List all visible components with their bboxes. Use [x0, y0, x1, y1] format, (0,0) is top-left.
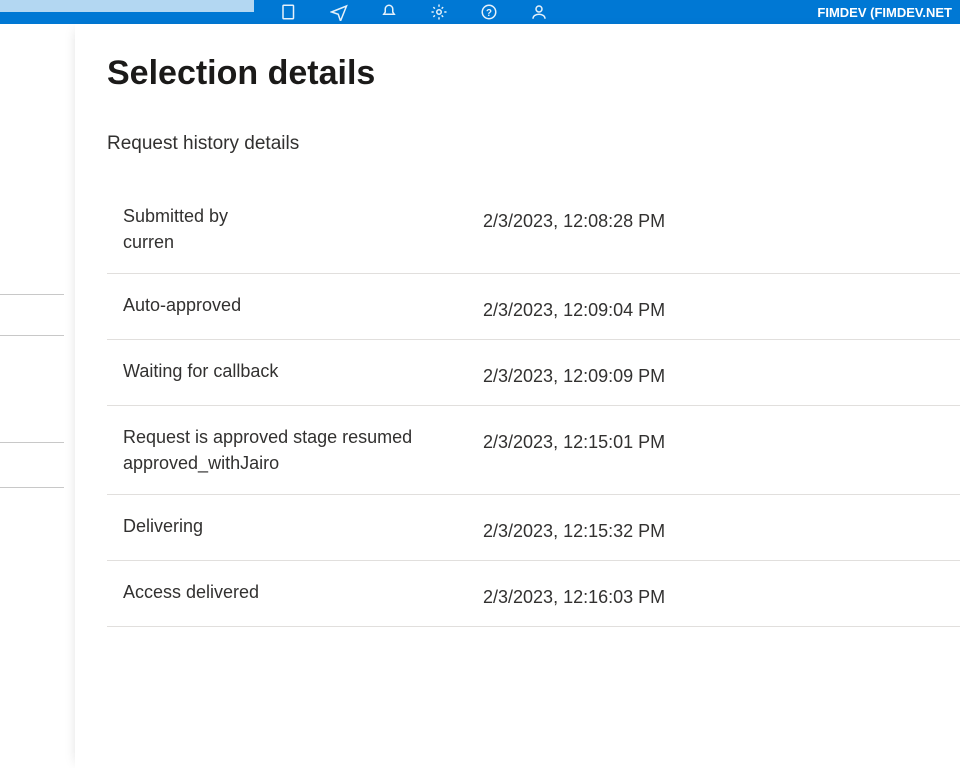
- history-row: Submitted by curren 2/3/2023, 12:08:28 P…: [107, 185, 960, 274]
- history-timestamp: 2/3/2023, 12:09:04 PM: [483, 292, 665, 321]
- history-line2: curren: [123, 229, 483, 255]
- history-timestamp: 2/3/2023, 12:15:32 PM: [483, 513, 665, 542]
- page-title: Selection details: [107, 54, 960, 93]
- history-line1: Waiting for callback: [123, 358, 483, 384]
- history-timestamp: 2/3/2023, 12:08:28 PM: [483, 203, 665, 255]
- history-timestamp: 2/3/2023, 12:15:01 PM: [483, 424, 665, 476]
- section-subtitle: Request history details: [107, 133, 960, 155]
- gear-icon[interactable]: [430, 3, 448, 21]
- history-row: Delivering 2/3/2023, 12:15:32 PM: [107, 495, 960, 561]
- history-timestamp: 2/3/2023, 12:16:03 PM: [483, 579, 665, 608]
- left-side-panel: [0, 24, 64, 768]
- sidebar-divider: [0, 487, 64, 488]
- history-description: Request is approved stage resumed approv…: [123, 424, 483, 476]
- history-description: Waiting for callback: [123, 358, 483, 387]
- person-icon[interactable]: [530, 3, 548, 21]
- history-row: Access delivered 2/3/2023, 12:16:03 PM: [107, 561, 960, 627]
- details-panel: Selection details Request history detail…: [75, 24, 960, 768]
- history-line1: Delivering: [123, 513, 483, 539]
- history-timestamp: 2/3/2023, 12:09:09 PM: [483, 358, 665, 387]
- history-description: Submitted by curren: [123, 203, 483, 255]
- history-list: Submitted by curren 2/3/2023, 12:08:28 P…: [107, 185, 960, 627]
- history-line1: Submitted by: [123, 203, 483, 229]
- history-description: Auto-approved: [123, 292, 483, 321]
- history-row: Waiting for callback 2/3/2023, 12:09:09 …: [107, 340, 960, 406]
- send-icon[interactable]: [330, 3, 348, 21]
- active-tab-highlight: [0, 0, 256, 12]
- help-icon[interactable]: ?: [480, 3, 498, 21]
- account-label[interactable]: FIMDEV (FIMDEV.NET: [817, 5, 952, 20]
- history-description: Delivering: [123, 513, 483, 542]
- history-line1: Request is approved stage resumed: [123, 424, 483, 450]
- history-line1: Access delivered: [123, 579, 483, 605]
- svg-text:?: ?: [486, 8, 492, 19]
- history-line2: approved_withJairo: [123, 450, 483, 476]
- history-description: Access delivered: [123, 579, 483, 608]
- topbar-icon-row: ?: [280, 0, 548, 24]
- history-line1: Auto-approved: [123, 292, 483, 318]
- notebook-icon[interactable]: [280, 3, 298, 21]
- history-row: Request is approved stage resumed approv…: [107, 406, 960, 495]
- bell-icon[interactable]: [380, 3, 398, 21]
- history-row: Auto-approved 2/3/2023, 12:09:04 PM: [107, 274, 960, 340]
